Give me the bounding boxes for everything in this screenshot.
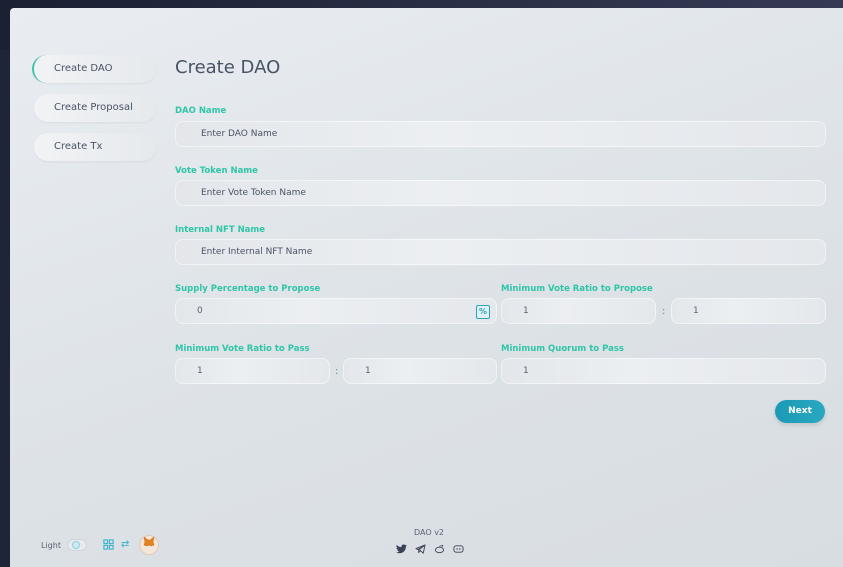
discord-icon[interactable]: [452, 544, 464, 556]
internal-nft-name-input[interactable]: Enter Internal NFT Name: [175, 239, 826, 265]
min-vote-ratio-pass-left-value: 1: [197, 366, 203, 376]
min-vote-ratio-propose-left-value: 1: [523, 306, 529, 316]
metamask-icon[interactable]: [138, 535, 159, 555]
reddit-icon[interactable]: [433, 544, 445, 556]
twitter-icon[interactable]: [395, 544, 407, 556]
supply-percentage-input[interactable]: 0 %: [175, 298, 497, 324]
theme-toggle[interactable]: [66, 539, 87, 551]
vote-token-name-label: Vote Token Name: [175, 166, 258, 176]
dao-name-input[interactable]: Enter DAO Name: [175, 121, 826, 147]
vote-token-name-placeholder: Enter Vote Token Name: [201, 188, 306, 198]
min-vote-ratio-propose-label: Minimum Vote Ratio to Propose: [501, 284, 653, 294]
min-vote-ratio-propose-right-value: 1: [693, 306, 699, 316]
page-title: Create DAO: [175, 57, 281, 78]
sidebar-item-label: Create DAO: [54, 63, 113, 74]
next-button[interactable]: Next: [775, 400, 825, 423]
sidebar-item-label: Create Tx: [54, 141, 103, 152]
network-icon[interactable]: [103, 539, 115, 551]
toggle-knob: [71, 541, 80, 549]
percent-icon: %: [476, 305, 490, 319]
supply-percentage-value: 0: [197, 306, 203, 316]
min-vote-ratio-pass-right-input[interactable]: 1: [343, 358, 497, 384]
supply-percentage-label: Supply Percentage to Propose: [175, 284, 321, 294]
min-vote-ratio-propose-right-input[interactable]: 1: [671, 298, 826, 324]
internal-nft-name-placeholder: Enter Internal NFT Name: [201, 247, 313, 257]
min-vote-ratio-pass-label: Minimum Vote Ratio to Pass: [175, 344, 310, 354]
ratio-separator: :: [662, 306, 666, 317]
dao-name-placeholder: Enter DAO Name: [201, 129, 278, 139]
min-vote-ratio-propose-left-input[interactable]: 1: [501, 298, 656, 324]
sidebar-item-create-proposal[interactable]: Create Proposal: [34, 94, 156, 122]
internal-nft-name-label: Internal NFT Name: [175, 225, 266, 235]
social-links: [395, 544, 464, 556]
dao-name-label: DAO Name: [175, 106, 227, 116]
sidebar: Create DAO Create Proposal Create Tx: [32, 55, 156, 172]
min-vote-ratio-pass-left-input[interactable]: 1: [175, 358, 330, 384]
min-quorum-pass-input[interactable]: 1: [501, 358, 826, 384]
app-window: Create DAO Create Proposal Create Tx Cre…: [10, 8, 843, 567]
min-quorum-pass-label: Minimum Quorum to Pass: [501, 344, 624, 354]
sidebar-item-create-dao[interactable]: Create DAO: [32, 55, 156, 83]
theme-label: Light: [41, 540, 61, 550]
sidebar-item-label: Create Proposal: [54, 102, 133, 113]
swap-icon[interactable]: ⇄: [121, 539, 133, 551]
min-vote-ratio-pass-right-value: 1: [365, 366, 371, 376]
vote-token-name-input[interactable]: Enter Vote Token Name: [175, 180, 826, 206]
bottom-controls: Light ⇄: [41, 535, 159, 555]
sidebar-item-create-tx[interactable]: Create Tx: [34, 133, 156, 161]
min-quorum-pass-value: 1: [523, 366, 529, 376]
app-version: DAO v2: [414, 528, 445, 537]
telegram-icon[interactable]: [414, 544, 426, 556]
ratio-separator: :: [335, 366, 339, 377]
